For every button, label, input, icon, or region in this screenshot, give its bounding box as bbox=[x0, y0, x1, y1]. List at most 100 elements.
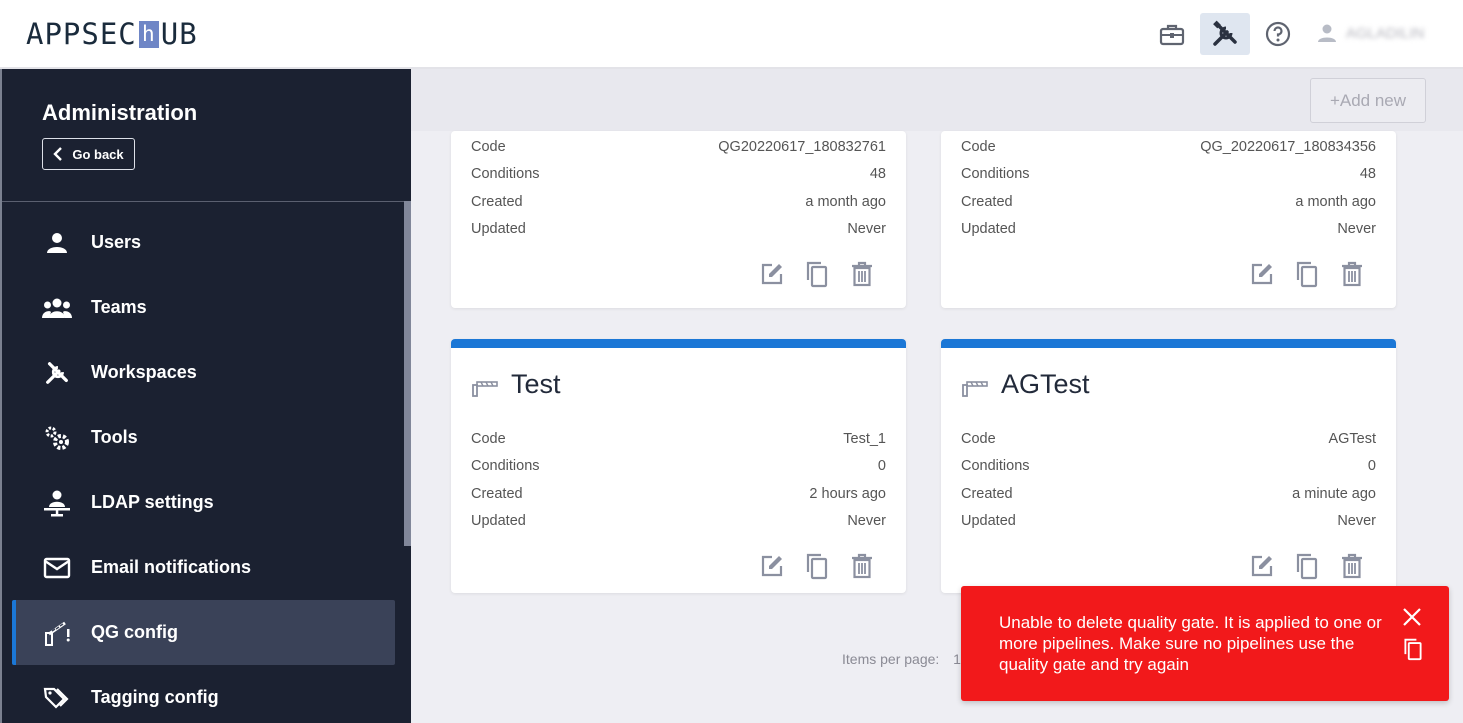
sidebar-item-email-notifications[interactable]: Email notifications bbox=[2, 535, 404, 600]
admin-tools-button[interactable] bbox=[1200, 13, 1250, 55]
user-menu[interactable]: AGLADILIN bbox=[1316, 22, 1424, 44]
edit-icon bbox=[1251, 263, 1272, 285]
card-actions bbox=[749, 260, 884, 288]
card-row-conditions: Conditions 48 bbox=[471, 166, 886, 186]
admin-sidebar: Administration Go back Users Teams Works… bbox=[0, 69, 413, 723]
edit-button[interactable] bbox=[1239, 261, 1284, 287]
toast-close-button[interactable] bbox=[1401, 606, 1423, 633]
user-icon bbox=[1318, 24, 1336, 42]
sidebar-item-users[interactable]: Users bbox=[2, 210, 404, 275]
edit-button[interactable] bbox=[1239, 553, 1284, 579]
sidebar-item-teams[interactable]: Teams bbox=[2, 275, 404, 340]
card-row-updated: Updated Never bbox=[961, 513, 1376, 533]
row-value: Never bbox=[847, 221, 886, 237]
row-label: Code bbox=[471, 431, 506, 447]
card-actions bbox=[749, 552, 884, 580]
gate-icon bbox=[962, 380, 988, 397]
sidebar-nav: Users Teams Workspaces Tools LDAP settin… bbox=[2, 210, 404, 723]
briefcase-button[interactable] bbox=[1150, 12, 1194, 56]
card-title: Test bbox=[471, 369, 561, 400]
row-label: Code bbox=[471, 139, 506, 155]
sidebar-divider bbox=[2, 201, 411, 202]
copy-button[interactable] bbox=[794, 552, 839, 580]
header-icons bbox=[1150, 12, 1306, 56]
row-label: Updated bbox=[961, 221, 1016, 237]
add-new-button[interactable]: +Add new bbox=[1310, 78, 1426, 123]
sidebar-item-ldap-settings[interactable]: LDAP settings bbox=[2, 470, 404, 535]
row-value: Never bbox=[1337, 513, 1376, 529]
go-back-button[interactable]: Go back bbox=[42, 138, 135, 170]
row-value: a month ago bbox=[1295, 194, 1376, 210]
row-value: QG20220617_180832761 bbox=[718, 139, 886, 155]
row-value: 2 hours ago bbox=[809, 486, 886, 502]
briefcase-icon bbox=[1159, 24, 1185, 46]
trash-icon bbox=[851, 261, 872, 287]
row-value: a month ago bbox=[805, 194, 886, 210]
sidebar-item-label: Teams bbox=[91, 297, 147, 317]
mail-icon bbox=[42, 553, 72, 583]
delete-button[interactable] bbox=[839, 261, 884, 287]
delete-button[interactable] bbox=[1329, 553, 1374, 579]
gears-icon bbox=[42, 423, 72, 453]
app-logo[interactable]: APPSEC h UB bbox=[26, 17, 198, 51]
copy-button[interactable] bbox=[1284, 260, 1329, 288]
username: AGLADILIN bbox=[1346, 24, 1425, 42]
sidebar-item-label: Tools bbox=[91, 427, 138, 447]
row-label: Conditions bbox=[471, 166, 540, 182]
logo-h-box: h bbox=[138, 20, 159, 48]
copy-icon bbox=[1296, 261, 1317, 288]
tags-icon bbox=[42, 683, 72, 713]
row-value: 0 bbox=[877, 458, 886, 474]
row-label: Created bbox=[961, 194, 1013, 210]
trash-icon bbox=[851, 553, 872, 579]
row-value: Never bbox=[1337, 221, 1376, 237]
close-icon bbox=[1403, 608, 1421, 626]
sidebar-item-label: LDAP settings bbox=[91, 492, 214, 512]
user-icon bbox=[42, 228, 72, 258]
row-value: AGTest bbox=[1328, 431, 1376, 447]
toast-copy-button[interactable] bbox=[1402, 636, 1424, 667]
card-row-code: Code QG20220617_180832761 bbox=[471, 139, 886, 159]
help-button[interactable] bbox=[1256, 12, 1300, 56]
sidebar-item-tagging-config[interactable]: Tagging config bbox=[2, 665, 404, 723]
row-value: Never bbox=[847, 513, 886, 529]
row-label: Conditions bbox=[471, 458, 540, 474]
row-label: Code bbox=[961, 431, 996, 447]
card-title-text: Test bbox=[511, 369, 561, 399]
delete-button[interactable] bbox=[1329, 261, 1374, 287]
edit-icon bbox=[761, 555, 782, 577]
trash-icon bbox=[1341, 553, 1362, 579]
edit-button[interactable] bbox=[749, 553, 794, 579]
card-actions bbox=[1239, 552, 1374, 580]
card-row-conditions: Conditions 48 bbox=[961, 166, 1376, 186]
sidebar-item-tools[interactable]: Tools bbox=[2, 405, 404, 470]
delete-button[interactable] bbox=[839, 553, 884, 579]
card-row-conditions: Conditions 0 bbox=[961, 458, 1376, 478]
edit-icon bbox=[1251, 555, 1272, 577]
logo-text-right: UB bbox=[160, 17, 198, 51]
team-icon bbox=[42, 293, 72, 323]
copy-button[interactable] bbox=[1284, 552, 1329, 580]
toast-message: Unable to delete quality gate. It is app… bbox=[999, 613, 1382, 674]
row-value: 48 bbox=[869, 166, 886, 182]
row-label: Created bbox=[471, 486, 523, 502]
top-bar: APPSEC h UB AGLADILIN bbox=[0, 0, 1463, 69]
card-row-code: Code QG_20220617_180834356 bbox=[961, 139, 1376, 159]
copy-icon bbox=[806, 261, 827, 288]
row-value: a minute ago bbox=[1292, 486, 1376, 502]
card-actions bbox=[1239, 260, 1374, 288]
card-row-code: Code Test_1 bbox=[471, 431, 886, 451]
sidebar-title: Administration bbox=[42, 100, 198, 125]
copy-icon bbox=[1296, 553, 1317, 580]
main-toolbar: +Add new bbox=[411, 69, 1463, 131]
sidebar-item-workspaces[interactable]: Workspaces bbox=[2, 340, 404, 405]
edit-button[interactable] bbox=[749, 261, 794, 287]
sidebar-item-qg-config[interactable]: QG config bbox=[12, 600, 395, 665]
sidebar-item-label: Email notifications bbox=[91, 557, 252, 577]
sidebar-item-label: Tagging config bbox=[91, 687, 219, 707]
card-row-updated: Updated Never bbox=[471, 513, 886, 533]
row-label: Conditions bbox=[961, 166, 1030, 182]
row-value: QG_20220617_180834356 bbox=[1200, 139, 1376, 155]
card-row-conditions: Conditions 0 bbox=[471, 458, 886, 478]
copy-button[interactable] bbox=[794, 260, 839, 288]
